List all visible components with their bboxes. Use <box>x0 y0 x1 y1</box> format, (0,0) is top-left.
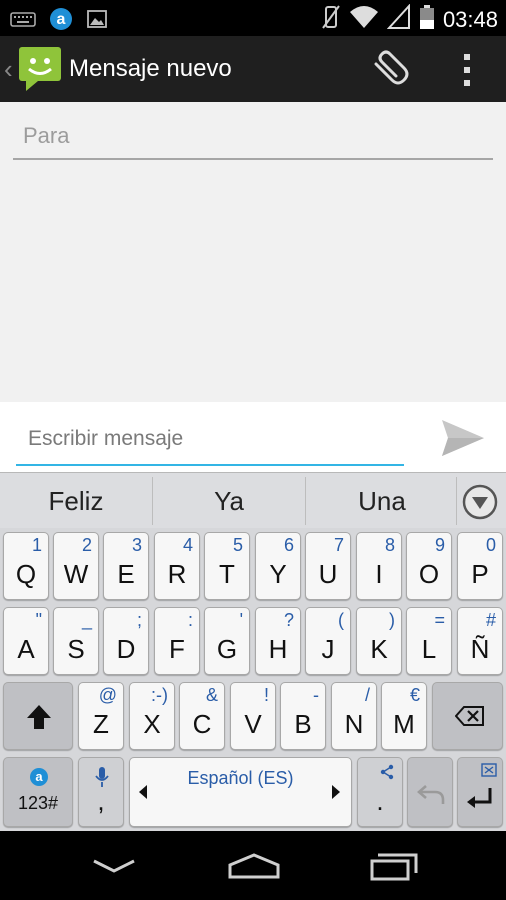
shift-key[interactable] <box>3 682 73 750</box>
key-u[interactable]: 7U <box>305 532 351 600</box>
app-a-icon: a <box>28 766 50 793</box>
action-bar: ‹ Mensaje nuevo <box>0 36 506 102</box>
enter-key[interactable] <box>457 757 503 827</box>
key-z[interactable]: @ Z <box>78 682 124 750</box>
svg-text:a: a <box>57 11 66 28</box>
key-h[interactable]: ? H <box>255 607 301 675</box>
key-a[interactable]: " A <box>3 607 49 675</box>
shift-icon <box>26 703 52 736</box>
status-bar: a 03:48 <box>0 0 506 36</box>
backspace-icon <box>454 705 485 732</box>
key-w[interactable]: 2W <box>53 532 99 600</box>
svg-text:a: a <box>35 769 43 784</box>
page-title: Mensaje nuevo <box>69 55 232 82</box>
home-icon[interactable] <box>226 849 282 883</box>
key-v[interactable]: ! V <box>230 682 276 750</box>
key-l[interactable]: = L <box>406 607 452 675</box>
key-g[interactable]: ' G <box>204 607 250 675</box>
undo-key[interactable] <box>407 757 453 827</box>
language-left-arrow-icon <box>138 784 148 805</box>
collapse-suggestions-icon[interactable] <box>462 484 498 520</box>
key-o[interactable]: 9O <box>406 532 452 600</box>
key-c[interactable]: & C <box>179 682 225 750</box>
comma-key[interactable]: , <box>78 757 124 827</box>
space-bar[interactable]: Español (ES) <box>129 757 352 827</box>
key-x[interactable]: :-) X <box>129 682 175 750</box>
key-i[interactable]: 8I <box>356 532 402 600</box>
recent-apps-icon[interactable] <box>366 849 422 883</box>
undo-icon <box>417 782 445 811</box>
emoji-switch-icon <box>481 763 497 782</box>
key-m[interactable]: € M <box>381 682 427 750</box>
image-icon <box>86 8 108 35</box>
key-q[interactable]: 1Q <box>3 532 49 600</box>
overflow-menu-icon[interactable] <box>452 48 482 92</box>
battery-icon <box>419 4 435 35</box>
status-time: 03:48 <box>442 6 498 32</box>
recipient-field <box>13 116 493 160</box>
messaging-app-icon[interactable] <box>18 46 62 92</box>
key-t[interactable]: 5T <box>204 532 250 600</box>
navigation-bar <box>0 831 506 900</box>
keyboard-icon <box>10 9 36 34</box>
numbers-key[interactable]: a 123# <box>3 757 73 827</box>
message-bar <box>0 402 506 472</box>
back-chevron-icon[interactable]: ‹ <box>4 54 13 85</box>
key-s[interactable]: _ S <box>53 607 99 675</box>
suggestion-2[interactable]: Ya <box>153 473 305 529</box>
key-n-tilde[interactable]: # Ñ <box>457 607 503 675</box>
key-k[interactable]: ) K <box>356 607 402 675</box>
message-field <box>16 416 404 466</box>
suggestion-divider <box>456 477 457 525</box>
attach-icon[interactable] <box>366 48 410 92</box>
back-icon[interactable] <box>86 849 142 883</box>
share-icon <box>379 764 395 785</box>
key-n[interactable]: / N <box>331 682 377 750</box>
key-p[interactable]: 0P <box>457 532 503 600</box>
vibrate-icon <box>321 4 341 35</box>
recipient-input[interactable] <box>13 116 493 156</box>
key-d[interactable]: ; D <box>103 607 149 675</box>
suggestion-1[interactable]: Feliz <box>0 473 152 529</box>
signal-icon <box>386 3 411 35</box>
key-e[interactable]: 3E <box>103 532 149 600</box>
backspace-key[interactable] <box>432 682 503 750</box>
key-b[interactable]: -B <box>280 682 326 750</box>
key-j[interactable]: (J <box>305 607 351 675</box>
enter-icon <box>466 786 494 815</box>
key-f[interactable]: :F <box>154 607 200 675</box>
message-input[interactable] <box>16 416 404 462</box>
language-label: Español (ES) <box>187 768 294 788</box>
app-a-icon: a <box>48 6 74 37</box>
suggestion-bar: Feliz Ya Una <box>0 472 506 529</box>
send-icon[interactable] <box>436 416 488 460</box>
suggestion-3[interactable]: Una <box>306 473 458 529</box>
language-right-arrow-icon <box>331 784 341 805</box>
key-r[interactable]: 4R <box>154 532 200 600</box>
key-y[interactable]: 6Y <box>255 532 301 600</box>
wifi-icon <box>349 4 379 35</box>
numbers-label: 123# <box>17 793 59 813</box>
period-key[interactable]: . <box>357 757 403 827</box>
compose-area <box>0 102 506 402</box>
keyboard: 1Q 2W 3E 4R 5T 6Y 7U 8I 9O 0P " A _ S ; D :… <box>0 528 506 831</box>
